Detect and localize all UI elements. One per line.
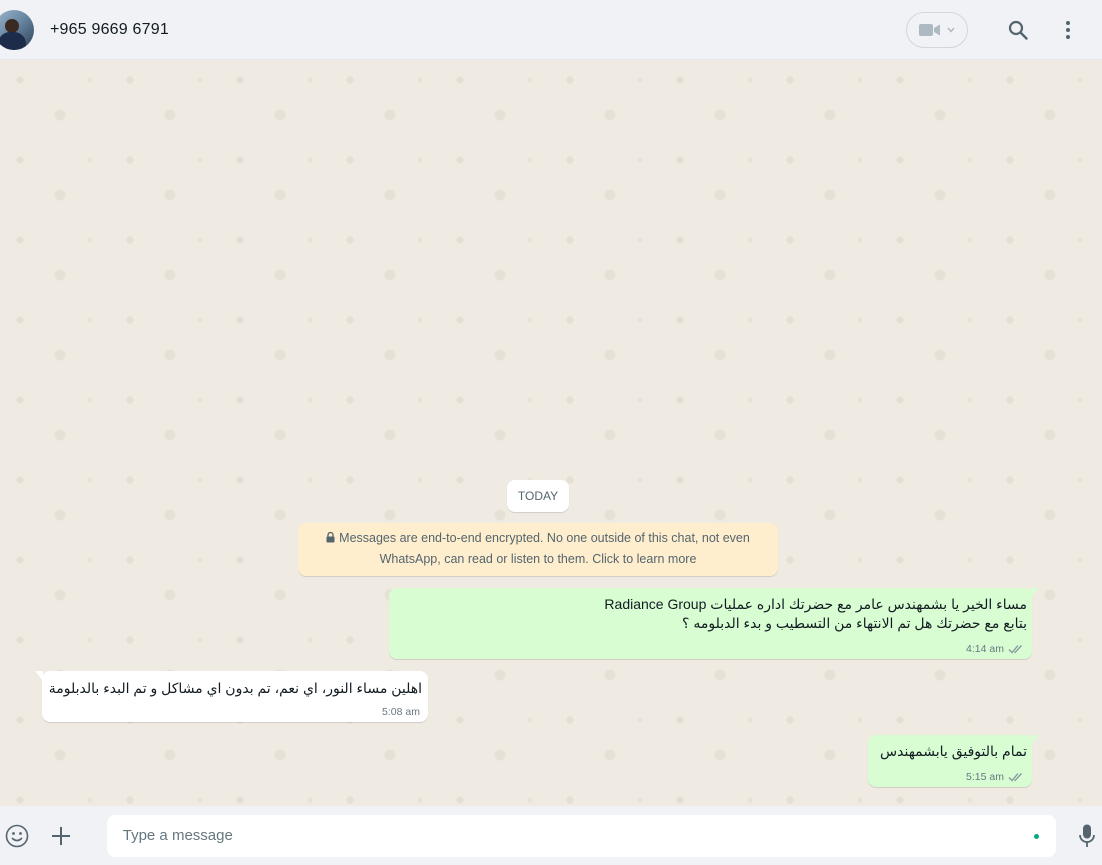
avatar-head-shape [5, 18, 19, 33]
chevron-down-icon [947, 27, 955, 33]
encryption-text-1: Messages are end-to-end encrypted. No on… [339, 531, 750, 545]
date-divider: TODAY [507, 480, 569, 512]
message-time: 5:15 am [966, 771, 1004, 783]
message-text: اهلين مساء النور، اي نعم، تم بدون اي مشا… [48, 680, 422, 696]
outgoing-message[interactable]: تمام بالتوفيق يابشمهندس 5:15 am [868, 735, 1039, 787]
microphone-icon [1079, 824, 1095, 847]
message-meta: 5:08 am [382, 706, 420, 718]
message-input[interactable] [122, 827, 1041, 844]
search-button[interactable] [998, 10, 1038, 50]
menu-button[interactable] [1048, 10, 1088, 50]
voice-message-button[interactable] [1072, 821, 1102, 851]
message-line: بتابع مع حضرتك هل تم الانتهاء من التسطيب… [682, 615, 1027, 631]
message-list[interactable]: TODAY Messages are end-to-end encrypted.… [0, 60, 1102, 806]
message-composer [0, 806, 1102, 865]
contact-name[interactable]: +965 9669 6791 [50, 21, 169, 39]
chat-header: +965 9669 6791 [0, 0, 1102, 60]
message-text: مساء الخير يا بشمهندس عامر مع حضرتك ادار… [604, 595, 1027, 633]
lock-icon [326, 532, 335, 543]
video-camera-icon [919, 23, 940, 36]
double-check-icon [1008, 645, 1022, 654]
emoji-button[interactable] [2, 821, 32, 851]
plus-icon [51, 826, 70, 845]
message-line: مساء الخير يا بشمهندس عامر مع حضرتك ادار… [604, 596, 1027, 612]
video-call-button[interactable] [906, 11, 968, 48]
avatar-body-shape [0, 31, 26, 50]
emoji-icon [5, 824, 29, 847]
outgoing-message[interactable]: مساء الخير يا بشمهندس عامر مع حضرتك ادار… [389, 588, 1039, 659]
message-time: 5:08 am [382, 706, 420, 718]
header-actions [906, 10, 1088, 50]
whatsapp-chat-window: +965 9669 6791 TODAY Messages are end-to… [0, 0, 1102, 865]
double-check-icon [1008, 773, 1022, 782]
attach-button[interactable] [46, 821, 76, 851]
message-meta: 5:15 am [966, 771, 1024, 783]
encryption-notice-line1: Messages are end-to-end encrypted. No on… [298, 528, 778, 549]
message-input-container [106, 814, 1057, 857]
message-text: تمام بالتوفيق يابشمهندس [880, 743, 1027, 759]
message-time: 4:14 am [966, 643, 1004, 655]
contact-avatar[interactable] [0, 9, 34, 50]
message-meta: 4:14 am [966, 643, 1024, 655]
encryption-notice[interactable]: Messages are end-to-end encrypted. No on… [298, 523, 778, 576]
kebab-menu-icon [1066, 20, 1070, 39]
status-dot-icon [1034, 833, 1040, 839]
encryption-text-2: WhatsApp, can read or listen to them. Cl… [379, 552, 697, 566]
search-icon [1008, 20, 1028, 40]
incoming-message[interactable]: اهلين مساء النور، اي نعم، تم بدون اي مشا… [35, 671, 428, 722]
